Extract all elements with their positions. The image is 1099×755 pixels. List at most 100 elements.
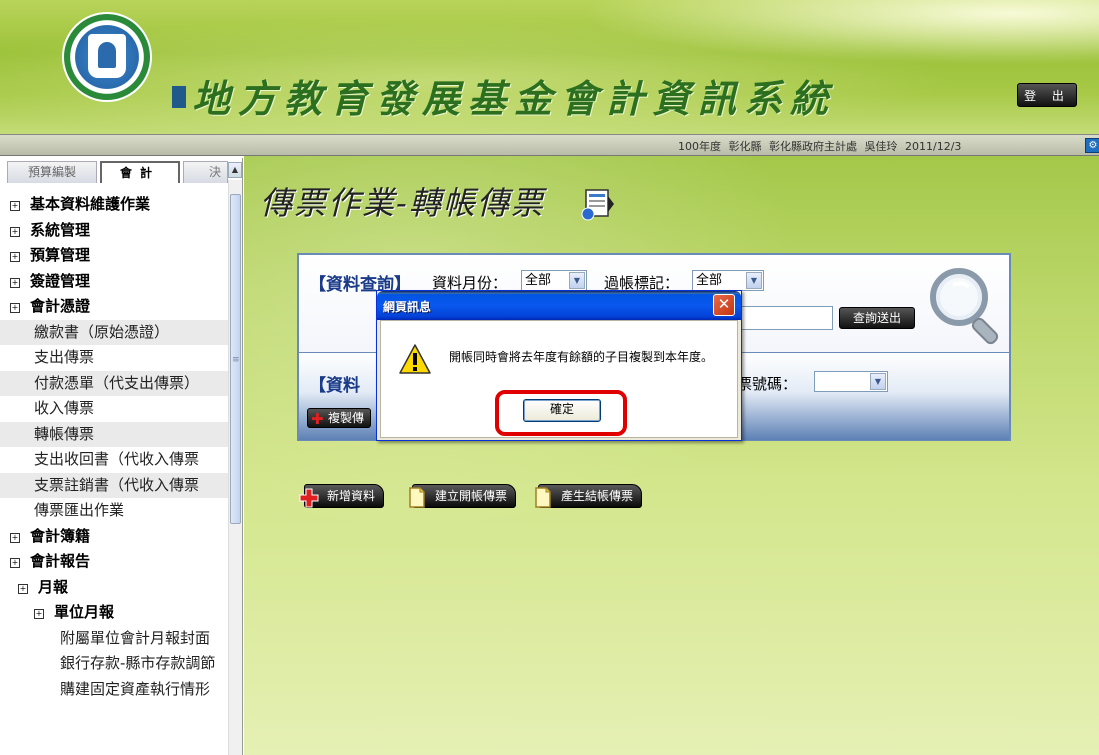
expand-icon[interactable]: + bbox=[10, 252, 20, 262]
expand-icon[interactable]: + bbox=[10, 201, 20, 211]
site-title-text: 地方教育發展基金會計資訊系統 bbox=[192, 76, 837, 121]
sidebar-item[interactable]: + 會計憑證 bbox=[0, 294, 228, 320]
copy-voucher-label: 複製傳 bbox=[328, 411, 365, 425]
sidebar-item[interactable]: 收入傳票 bbox=[0, 396, 228, 422]
expand-icon[interactable]: + bbox=[10, 277, 20, 288]
expand-icon[interactable]: + bbox=[34, 609, 44, 619]
logout-button[interactable]: 登 出 bbox=[1017, 83, 1077, 107]
logo-emblem bbox=[88, 34, 126, 78]
posting-flag-select[interactable]: 全部 ▼ bbox=[692, 270, 764, 291]
sidebar-item-label: 附屬單位會計月報封面 bbox=[60, 628, 211, 647]
query-keyword-input[interactable] bbox=[739, 306, 833, 330]
sidebar-item-label: 傳票匯出作業 bbox=[34, 501, 125, 519]
sidebar-item-label: 支出收回書（代收入傳票 bbox=[34, 450, 200, 468]
sidebar-item[interactable]: + 會計簿籍 bbox=[0, 524, 228, 550]
web-message-dialog: 網頁訊息 ✕ 開帳同時會將去年度有餘額的子目複製到本年度。 確定 bbox=[376, 290, 742, 441]
sidebar-item[interactable]: 轉帳傳票 bbox=[0, 421, 228, 447]
sidebar-item[interactable]: 支出收回書（代收入傳票 bbox=[0, 447, 228, 473]
document-icon bbox=[535, 487, 551, 508]
dialog-body: 開帳同時會將去年度有餘額的子目複製到本年度。 確定 bbox=[380, 320, 738, 438]
tab-budget[interactable]: 預算編製 bbox=[7, 161, 97, 183]
sidebar-item-label: 系統管理 bbox=[30, 220, 91, 239]
sidebar-item-label: 會計報告 bbox=[30, 552, 91, 570]
create-opening-voucher-button[interactable]: 建立開帳傳票 bbox=[409, 484, 517, 508]
sidebar-item-label: 收入傳票 bbox=[34, 399, 95, 417]
voucher-number-label: 票號碼： bbox=[737, 375, 798, 393]
sidebar-item[interactable]: 附屬單位會計月報封面 bbox=[0, 626, 228, 652]
tab-accounting[interactable]: 會計 bbox=[100, 161, 180, 183]
sidebar-item[interactable]: 銀行存款-縣市存款調節 bbox=[0, 651, 228, 677]
user-info-bar: 100年度 彰化縣 彰化縣政府主計處 吳佳玲 2011/12/3 ⚙ bbox=[0, 134, 1099, 156]
sidebar-item[interactable]: 付款憑單（代支出傳票） bbox=[0, 370, 228, 396]
user-info: 100年度 彰化縣 彰化縣政府主計處 吳佳玲 2011/12/3 bbox=[678, 138, 961, 154]
posting-flag-value: 全部 bbox=[696, 273, 723, 288]
sidebar-item[interactable]: + 單位月報 bbox=[0, 600, 228, 626]
sidebar-item-label: 繳款書（原始憑證） bbox=[34, 322, 170, 341]
site-title: 地方教育發展基金會計資訊系統 bbox=[172, 68, 836, 123]
sidebar-item-label: 轉帳傳票 bbox=[34, 424, 95, 443]
title-bullet-icon bbox=[172, 86, 186, 108]
plus-icon: ✚ bbox=[311, 410, 324, 428]
tab-final[interactable]: 決 bbox=[183, 161, 228, 183]
sidebar-item-label: 預算管理 bbox=[30, 246, 91, 264]
ok-button[interactable]: 確定 bbox=[523, 399, 601, 422]
dialog-title: 網頁訊息 bbox=[383, 300, 432, 314]
user-name: 吳佳玲 bbox=[864, 140, 898, 153]
add-record-button[interactable]: 新增資料 bbox=[299, 484, 385, 508]
main-content: 傳票作業-轉帳傳票 【資料查詢】 資料月份： 全部 ▼ 過帳標記： 全部 ▼ 查詢送… bbox=[244, 156, 1099, 755]
current-date: 2011/12/3 bbox=[905, 140, 962, 153]
sidebar-item[interactable]: + 會計報告 bbox=[0, 549, 228, 575]
expand-icon[interactable]: + bbox=[10, 532, 20, 543]
query-submit-button[interactable]: 查詢送出 bbox=[839, 307, 915, 329]
sidebar-item-label: 會計簿籍 bbox=[30, 526, 91, 545]
sidebar-item-label: 會計憑證 bbox=[30, 297, 91, 315]
toolbar-menu-icon[interactable]: ⚙ bbox=[1085, 138, 1099, 153]
chevron-down-icon[interactable]: ▼ bbox=[746, 272, 762, 289]
sidebar-item[interactable]: 購建固定資產執行情形 bbox=[0, 677, 228, 703]
page-title: 傳票作業-轉帳傳票 bbox=[260, 184, 545, 222]
month-select[interactable]: 全部 ▼ bbox=[521, 270, 587, 291]
sidebar-item[interactable]: + 簽證管理 bbox=[0, 269, 228, 295]
expand-icon[interactable]: + bbox=[18, 583, 28, 594]
sidebar-scroll-thumb[interactable] bbox=[230, 194, 241, 524]
office-name: 彰化縣政府主計處 bbox=[769, 140, 857, 153]
sidebar-item[interactable]: 傳票匯出作業 bbox=[0, 498, 228, 524]
generate-closing-voucher-button[interactable]: 產生結帳傳票 bbox=[535, 484, 643, 508]
sidebar-item[interactable]: + 月報 bbox=[0, 575, 228, 601]
sidebar-item-label: 付款憑單（代支出傳票） bbox=[34, 373, 200, 392]
expand-icon[interactable]: + bbox=[10, 303, 20, 313]
create-opening-voucher-label: 建立開帳傳票 bbox=[435, 489, 508, 503]
sidebar-item[interactable]: 支票註銷書（代收入傳票 bbox=[0, 472, 228, 498]
sidebar-item-label: 簽證管理 bbox=[30, 271, 91, 290]
chevron-down-icon[interactable]: ▼ bbox=[870, 373, 886, 390]
generate-closing-voucher-label: 產生結帳傳票 bbox=[561, 489, 634, 503]
sidebar-item-label: 支出傳票 bbox=[34, 348, 95, 366]
ministry-logo bbox=[62, 12, 152, 102]
copy-voucher-button[interactable]: ✚ 複製傳 bbox=[307, 408, 372, 428]
sidebar-item[interactable]: + 系統管理 bbox=[0, 218, 228, 244]
expand-icon[interactable]: + bbox=[10, 226, 20, 237]
sidebar-scroll-up-icon[interactable]: ▲ bbox=[228, 162, 242, 178]
sidebar-menu: + 基本資料維護作業 + 系統管理 + 預算管理 + 簽證管理 + 會計憑證繳款書（原始憑證） 支出… bbox=[0, 192, 228, 702]
sidebar-item-label: 基本資料維護作業 bbox=[30, 195, 151, 213]
dialog-titlebar[interactable]: 網頁訊息 ✕ bbox=[377, 291, 741, 320]
chevron-down-icon[interactable]: ▼ bbox=[569, 272, 585, 289]
sidebar-item[interactable]: 繳款書（原始憑證） bbox=[0, 319, 228, 345]
expand-icon[interactable]: + bbox=[10, 558, 20, 568]
sidebar-scrollbar[interactable] bbox=[228, 180, 242, 755]
fiscal-year: 100年度 bbox=[678, 140, 721, 153]
search-icon bbox=[930, 268, 999, 345]
list-section-label: 【資料 bbox=[309, 376, 360, 396]
sidebar-tabs: 預算編製 會計 決 bbox=[4, 161, 228, 183]
close-icon[interactable]: ✕ bbox=[713, 294, 735, 316]
sidebar-item-label: 支票註銷書（代收入傳票 bbox=[34, 475, 200, 494]
document-icon bbox=[409, 487, 425, 508]
sidebar-item[interactable]: + 基本資料維護作業 bbox=[0, 192, 228, 218]
sidebar-item[interactable]: + 預算管理 bbox=[0, 243, 228, 269]
sidebar-item-label: 購建固定資產執行情形 bbox=[60, 679, 211, 698]
sidebar: 預算編製 會計 決 ▲ + 基本資料維護作業 + 系統管理 + 預算管理 + 簽證管理 + 會計憑… bbox=[0, 158, 243, 755]
warning-icon bbox=[399, 344, 431, 374]
voucher-number-select[interactable]: ▼ bbox=[814, 371, 888, 392]
sidebar-item[interactable]: 支出傳票 bbox=[0, 345, 228, 371]
sidebar-item-label: 單位月報 bbox=[54, 603, 115, 621]
